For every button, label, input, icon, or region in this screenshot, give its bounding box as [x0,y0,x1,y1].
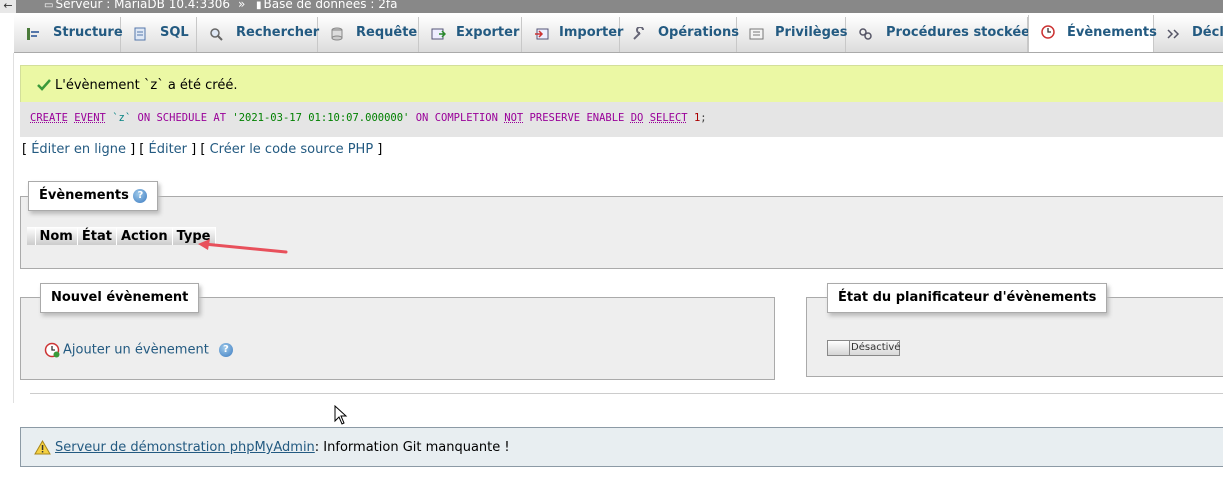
import-icon [535,28,549,40]
breadcrumb-separator: » [238,0,246,11]
server-icon: ▭ [44,0,54,11]
privileges-icon [749,28,764,40]
sql-string: '2021-03-17 01:10:07.000000' [232,112,410,124]
sql-keyword: AT [213,112,227,124]
sql-keyword: ENABLE [586,112,625,124]
sql-query-box: CREATE EVENT `z` ON SCHEDULE AT '2021-03… [20,102,1223,137]
query-icon [331,27,343,41]
scheduler-toggle[interactable]: Désactivé [827,340,900,356]
tab-search[interactable]: Rechercher [197,17,319,52]
back-arrow-icon[interactable]: ← [0,0,16,13]
wrench-icon [633,27,644,40]
sql-keyword[interactable]: SELECT [650,112,688,124]
structure-icon [27,28,39,40]
table-header-checkbox-column [27,227,36,245]
demo-server-link[interactable]: Serveur de démonstration phpMyAdmin [55,440,315,455]
breadcrumb: ← ▭ Serveur : MariaDB 10.4:3306 » ▮ Base d… [0,0,1223,13]
sql-semicolon: ; [700,112,707,124]
clock-icon [1041,25,1055,39]
sql-keyword[interactable]: NOT [504,112,523,124]
sql-keyword: SCHEDULE [156,112,208,124]
add-event-link[interactable]: Ajouter un évènement ? [44,342,233,358]
create-php-code-link[interactable]: Créer le code source PHP [210,142,374,157]
toggle-label: Désactivé [851,342,901,353]
sql-identifier: `z` [112,112,132,124]
column-header-action[interactable]: Action [116,227,173,245]
export-icon [431,28,446,40]
events-legend: Évènements ? [28,181,159,211]
notice-text: : Information Git manquante ! [314,440,510,455]
sql-query: CREATE EVENT `z` ON SCHEDULE AT '2021-03… [30,112,707,124]
tab-operations[interactable]: Opérations [620,17,739,52]
sql-keyword: ON [415,112,429,124]
scheduler-legend: État du planificateur d'évènements [827,283,1108,313]
breadcrumb-server[interactable]: ▭ Serveur : MariaDB 10.4:3306 [44,0,230,13]
edit-link[interactable]: Éditer [149,142,188,157]
sql-keyword: COMPLETION [434,112,498,124]
divider [30,393,1223,394]
column-header-name[interactable]: Nom [35,227,78,245]
sql-keyword[interactable]: EVENT [74,112,106,124]
help-icon[interactable]: ? [133,188,148,203]
database-icon: ▮ [256,0,262,11]
sql-keyword[interactable]: CREATE [30,112,68,124]
tab-bar: Structure SQL Rechercher Requête Exporte… [14,15,1223,53]
annotation-arrow [198,239,288,254]
sql-icon [134,27,146,41]
search-icon [210,28,223,41]
success-message: L'évènement `z` a été créé. [20,65,1223,102]
success-text: L'évènement `z` a été créé. [55,78,238,93]
tab-triggers[interactable]: Décle [1154,17,1223,52]
tab-export[interactable]: Exporter [419,17,522,52]
sql-actions: [ Éditer en ligne ] [ Éditer ] [ Créer l… [22,142,383,157]
help-icon[interactable]: ? [218,343,233,357]
triggers-icon [1167,29,1180,39]
warning-icon [34,440,51,455]
routines-icon [859,28,872,40]
add-event-icon [44,342,60,358]
new-event-legend: Nouvel évènement [40,283,200,313]
tab-sql[interactable]: SQL [121,17,197,52]
sql-keyword: ON [137,112,151,124]
left-gutter [0,53,14,483]
tab-import[interactable]: Importer [522,17,623,52]
edit-inline-link[interactable]: Éditer en ligne [31,142,126,157]
tab-routines[interactable]: Procédures stockées [846,17,1038,52]
tab-structure[interactable]: Structure [14,17,123,52]
events-table: Nom État Action Type [27,227,216,245]
tab-query[interactable]: Requête [318,17,419,52]
left-divider [13,53,14,403]
column-header-state[interactable]: État [77,227,117,245]
git-notice: Serveur de démonstration phpMyAdmin: Inf… [20,427,1223,467]
checkmark-icon [37,79,51,91]
tab-privileges[interactable]: Privilèges [737,17,847,52]
toggle-knob[interactable] [828,341,850,355]
tab-events[interactable]: Évènements [1028,15,1157,52]
breadcrumb-database[interactable]: ▮ Base de données : 2fa [256,0,397,13]
mouse-cursor-icon [334,405,348,425]
sql-keyword: PRESERVE [529,112,581,124]
sql-keyword[interactable]: DO [631,112,644,124]
